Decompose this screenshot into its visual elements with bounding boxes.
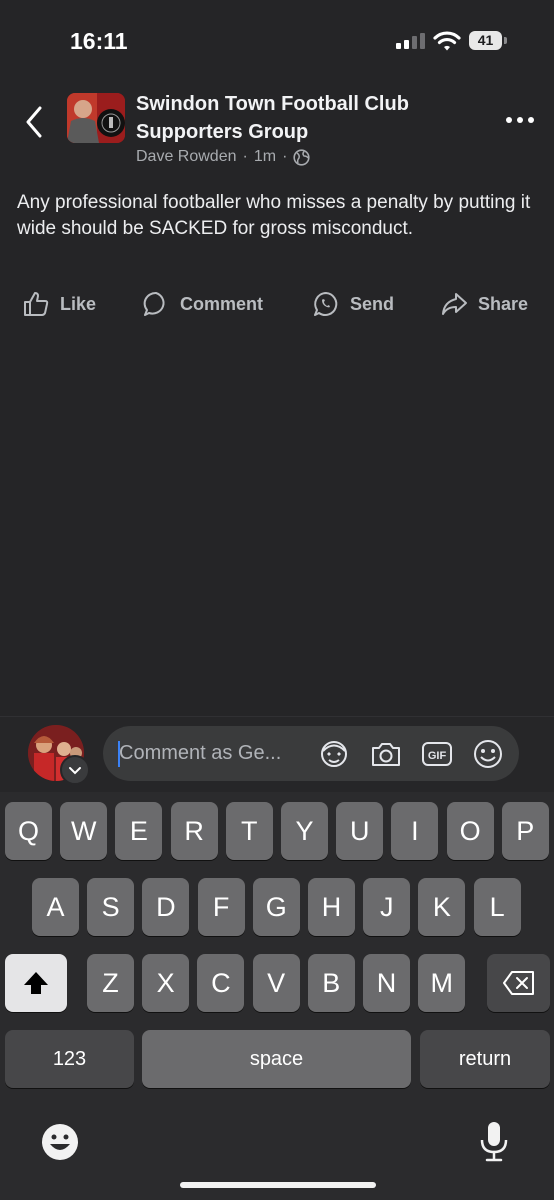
gif-icon[interactable]: GIF [420, 738, 454, 770]
post-actions: Like Comment Send Share [0, 282, 554, 326]
key-h[interactable]: H [308, 878, 355, 936]
thumbs-up-icon [24, 292, 49, 316]
key-m[interactable]: M [418, 954, 466, 1012]
chevron-down-icon[interactable] [60, 755, 90, 785]
whatsapp-icon [314, 292, 338, 316]
post-time: 1m [253, 148, 277, 165]
key-t[interactable]: T [225, 802, 273, 860]
key-n[interactable]: N [363, 954, 410, 1012]
camera-icon[interactable] [369, 738, 403, 770]
status-time: 16:11 [70, 28, 128, 54]
comment-placeholder: Comment as Ge... [119, 742, 282, 764]
key-y[interactable]: Y [281, 802, 328, 860]
share-arrow-icon [442, 293, 467, 315]
key-o[interactable]: O [446, 802, 494, 860]
post-text: Any professional footballer who misses a… [17, 192, 531, 239]
key-w[interactable]: W [60, 802, 108, 860]
microphone-icon[interactable] [478, 1120, 510, 1164]
shift-arrow-icon [24, 972, 48, 994]
key-s[interactable]: S [87, 878, 135, 936]
svg-text:GIF: GIF [428, 750, 447, 762]
key-k[interactable]: K [418, 878, 466, 936]
key-u[interactable]: U [336, 802, 384, 860]
emoji-icon[interactable] [471, 738, 505, 770]
key-b[interactable]: B [307, 954, 355, 1012]
comment-bar: Comment as Ge... GIF [0, 716, 554, 793]
group-name[interactable]: Swindon Town Football Club Supporters Gr… [136, 90, 456, 146]
battery-icon: 41 [469, 31, 509, 51]
return-key[interactable]: return [420, 1030, 550, 1088]
battery-level: 41 [469, 31, 502, 50]
share-button[interactable]: Share [440, 282, 528, 326]
emoji-keyboard-icon[interactable] [40, 1122, 80, 1162]
key-q[interactable]: Q [5, 802, 52, 860]
key-i[interactable]: I [391, 802, 439, 860]
back-button[interactable] [18, 100, 54, 144]
group-avatar[interactable] [67, 93, 125, 143]
key-f[interactable]: F [197, 878, 245, 936]
keyboard: QWERTYUIOP ASDFGHJKL ZXCVBNM 123 space r… [0, 792, 554, 1200]
more-options-icon[interactable] [504, 108, 536, 132]
key-a[interactable]: A [32, 878, 79, 936]
space-key[interactable]: space [142, 1030, 411, 1088]
key-c[interactable]: C [197, 954, 245, 1012]
like-button[interactable]: Like [22, 282, 96, 326]
numbers-key[interactable]: 123 [5, 1030, 134, 1088]
key-x[interactable]: X [142, 954, 190, 1012]
key-j[interactable]: J [363, 878, 411, 936]
comment-input[interactable]: Comment as Ge... GIF [103, 726, 519, 781]
post-meta: Dave Rowden · 1m · [136, 148, 310, 166]
key-v[interactable]: V [252, 954, 300, 1012]
key-p[interactable]: P [501, 802, 549, 860]
author-name[interactable]: Dave Rowden [136, 148, 237, 166]
backspace-key[interactable] [487, 954, 550, 1012]
cellular-signal-icon [396, 33, 425, 49]
globe-icon [293, 148, 310, 166]
comment-bubble-icon [143, 291, 165, 316]
shift-key[interactable] [5, 954, 67, 1012]
comment-button[interactable]: Comment [142, 282, 263, 326]
delete-icon [502, 971, 534, 995]
key-l[interactable]: L [473, 878, 521, 936]
send-button[interactable]: Send [312, 282, 394, 326]
key-g[interactable]: G [252, 878, 300, 936]
avatar-sticker-icon[interactable] [317, 738, 351, 770]
status-bar: 16:11 41 [0, 0, 554, 80]
home-indicator[interactable] [180, 1182, 376, 1188]
key-z[interactable]: Z [87, 954, 134, 1012]
key-e[interactable]: E [115, 802, 163, 860]
key-d[interactable]: D [142, 878, 190, 936]
wifi-icon [433, 31, 461, 51]
key-r[interactable]: R [170, 802, 218, 860]
